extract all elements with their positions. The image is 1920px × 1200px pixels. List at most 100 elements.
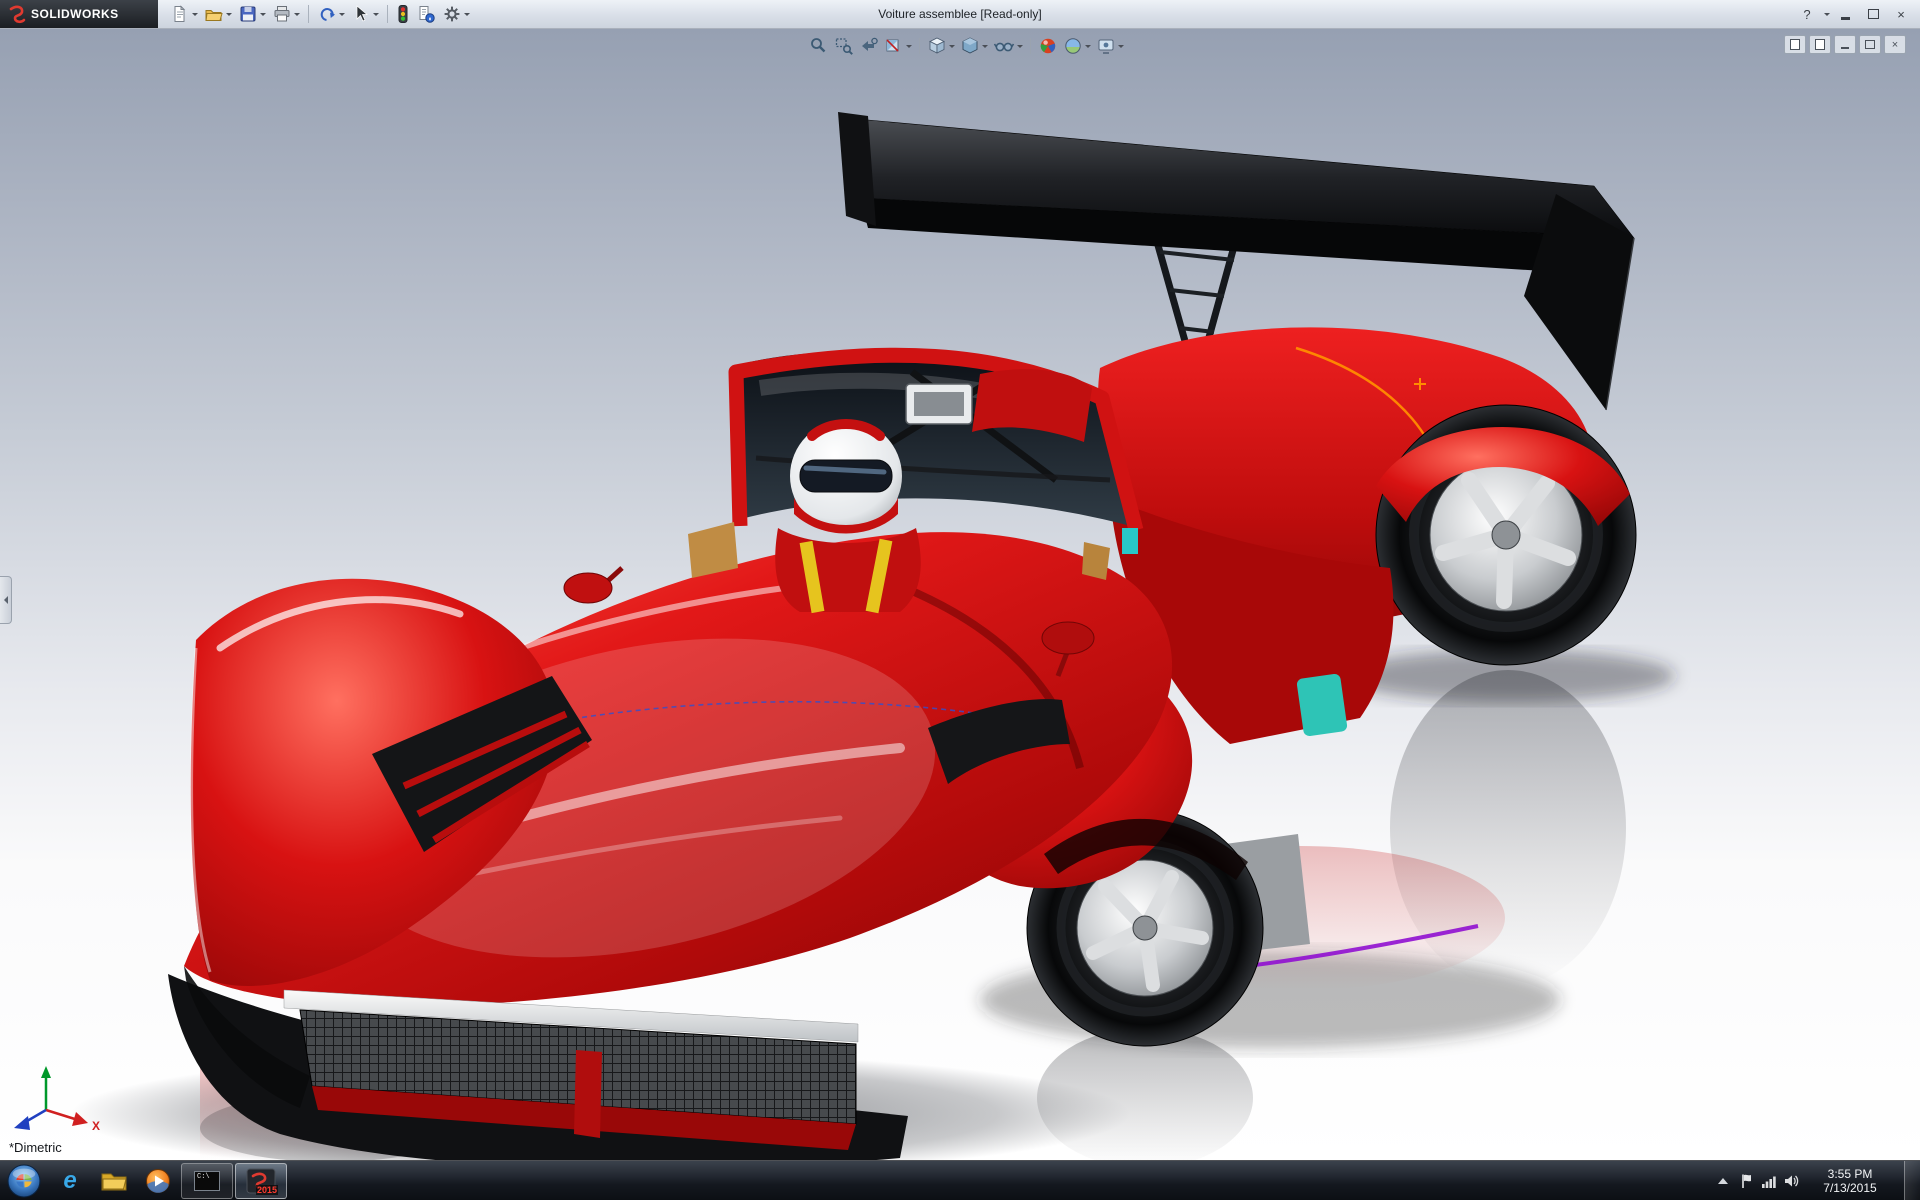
select-button[interactable] <box>349 2 381 26</box>
command-prompt-icon: C:\ <box>194 1171 220 1191</box>
print-caret <box>294 13 300 19</box>
new-window-button[interactable] <box>1809 35 1831 54</box>
section-caret <box>906 45 912 51</box>
side-duct <box>1296 673 1348 737</box>
save-caret <box>260 13 266 19</box>
scene-caret <box>1085 45 1091 51</box>
minimize-icon <box>1841 17 1850 20</box>
panel-collapse-handle[interactable] <box>0 576 12 624</box>
zoom-to-fit-button[interactable] <box>808 34 830 58</box>
edit-appearance-button[interactable] <box>1037 34 1059 58</box>
new-document-icon <box>170 4 190 24</box>
view-orientation-button[interactable] <box>926 34 956 58</box>
new-button[interactable] <box>168 2 200 26</box>
new-caret <box>192 13 198 19</box>
clock-date: 7/13/2015 <box>1806 1181 1894 1195</box>
rear-wheel[interactable] <box>1376 405 1636 665</box>
heads-up-toolbar <box>808 34 1125 58</box>
hide-show-items-button[interactable] <box>992 34 1024 58</box>
previous-view-icon <box>859 36 879 56</box>
zoom-to-area-button[interactable] <box>833 34 855 58</box>
document-window-controls: × <box>1784 35 1906 54</box>
toolbar-separator <box>1030 38 1031 54</box>
display-style-caret <box>982 45 988 51</box>
taskbar-media-player-button[interactable] <box>137 1163 179 1199</box>
media-player-icon <box>145 1168 171 1194</box>
minimize-button[interactable] <box>1832 4 1858 24</box>
orientation-label: *Dimetric <box>9 1140 62 1155</box>
taskbar: e C:\ <box>0 1160 1920 1200</box>
options-button[interactable] <box>440 2 472 26</box>
network-button[interactable] <box>1758 1169 1780 1193</box>
quick-access-toolbar <box>168 2 472 26</box>
solidworks-logo: SOLIDWORKS <box>0 0 158 28</box>
model-canvas[interactable]: X <box>0 28 1920 1160</box>
window-pages-icon <box>1790 39 1800 50</box>
undo-button[interactable] <box>315 2 347 26</box>
toolbar-separator <box>919 38 920 54</box>
solidworks-version-badge: 2015 <box>256 1185 278 1195</box>
network-icon <box>1761 1173 1777 1189</box>
doc-close-button[interactable]: × <box>1884 35 1906 54</box>
flag-icon <box>1740 1173 1754 1189</box>
interior-panel-left <box>688 522 738 578</box>
help-caret <box>1824 13 1830 19</box>
apply-scene-button[interactable] <box>1062 34 1092 58</box>
open-button[interactable] <box>202 2 234 26</box>
view-settings-caret <box>1118 45 1124 51</box>
window-controls: ? × <box>1794 4 1920 24</box>
solidworks-app-icon: 2015 <box>246 1168 276 1194</box>
close-button[interactable]: × <box>1888 4 1914 24</box>
show-desktop-button[interactable] <box>1904 1161 1920 1200</box>
taskbar-cmd-button[interactable]: C:\ <box>181 1163 233 1199</box>
taskbar-ie-button[interactable]: e <box>49 1163 91 1199</box>
rebuild-stoplight-icon <box>396 4 410 24</box>
maximize-icon <box>1868 9 1879 19</box>
system-tray: 3:55 PM 7/13/2015 <box>1710 1161 1920 1200</box>
doc-restore-button[interactable] <box>1859 35 1881 54</box>
helmet-visor <box>800 460 892 492</box>
display-style-button[interactable] <box>959 34 989 58</box>
clock-time: 3:55 PM <box>1806 1167 1894 1181</box>
glasses-icon <box>993 36 1015 56</box>
section-view-icon <box>884 36 904 56</box>
zoom-fit-icon <box>809 36 829 56</box>
doc-minimize-button[interactable] <box>1834 35 1856 54</box>
orientation-caret <box>949 45 955 51</box>
taskbar-explorer-button[interactable] <box>93 1163 135 1199</box>
print-button[interactable] <box>270 2 302 26</box>
tray-clock[interactable]: 3:55 PM 7/13/2015 <box>1802 1167 1898 1195</box>
maximize-button[interactable] <box>1860 4 1886 24</box>
3ds-logo-icon <box>8 4 26 24</box>
hide-show-caret <box>1017 45 1023 51</box>
help-button[interactable]: ? <box>1794 4 1820 24</box>
start-button[interactable] <box>0 1161 48 1200</box>
hidden-icons-button[interactable] <box>1718 1173 1728 1184</box>
view-settings-button[interactable] <box>1095 34 1125 58</box>
taskbar-solidworks-button[interactable]: 2015 <box>235 1163 287 1199</box>
speaker-icon <box>1783 1173 1799 1189</box>
undo-caret <box>339 13 345 19</box>
graphics-area[interactable]: X <box>0 28 1920 1160</box>
toolbar-separator <box>387 5 388 23</box>
view-cube-icon <box>927 36 947 56</box>
title-bar: SOLIDWORKS <box>0 0 1920 29</box>
select-caret <box>373 13 379 19</box>
volume-button[interactable] <box>1780 1169 1802 1193</box>
rebuild-button[interactable] <box>394 2 412 26</box>
splitter-divider <box>574 1050 602 1138</box>
options-gear-icon <box>442 4 462 24</box>
collapse-arrow-icon <box>0 596 8 604</box>
arrange-windows-button[interactable] <box>1784 35 1806 54</box>
action-center-button[interactable] <box>1736 1169 1758 1193</box>
windows-start-orb-icon <box>7 1164 41 1198</box>
file-properties-button[interactable] <box>414 2 438 26</box>
previous-view-button[interactable] <box>858 34 880 58</box>
appearance-ball-icon <box>1038 36 1058 56</box>
view-settings-icon <box>1096 36 1116 56</box>
save-disk-icon <box>238 4 258 24</box>
interior-panel-right <box>1082 542 1110 580</box>
right-mirror <box>1042 622 1094 654</box>
section-view-button[interactable] <box>883 34 913 58</box>
save-button[interactable] <box>236 2 268 26</box>
